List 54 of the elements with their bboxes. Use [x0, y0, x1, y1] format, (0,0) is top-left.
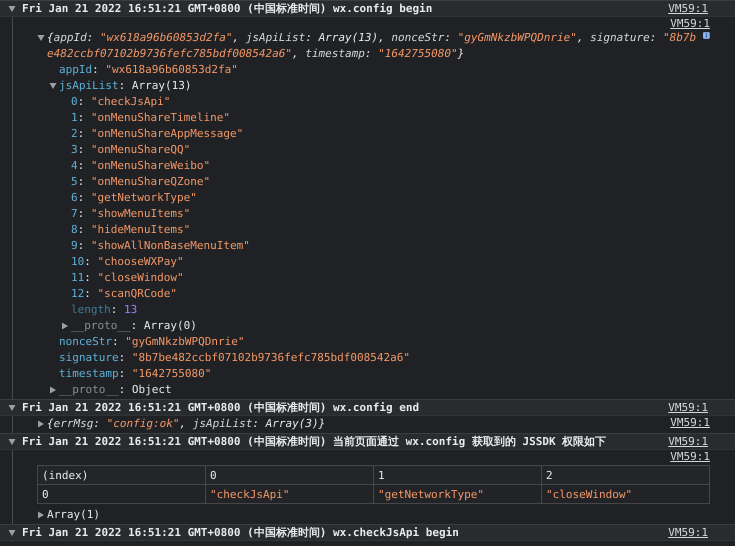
expand-toggle[interactable] — [61, 322, 69, 330]
source-link[interactable]: VM59:1 — [668, 526, 708, 539]
expand-toggle[interactable] — [8, 4, 16, 12]
column-header[interactable]: 1 — [374, 466, 542, 484]
expand-toggle[interactable] — [49, 82, 57, 90]
property-line: 1: "onMenuShareTimeline" — [71, 110, 230, 126]
group-title: Fri Jan 21 2022 16:51:21 GMT+0800 (中国标准时间) wx.config end — [22, 400, 420, 415]
property-line: 11: "closeWindow" — [71, 270, 184, 286]
object-preview[interactable]: {errMsg: "config:ok", jsApiList: Array(3)} — [47, 416, 326, 432]
column-header[interactable]: 2 — [542, 466, 710, 484]
group-title: Fri Jan 21 2022 16:51:21 GMT+0800 (中国标准时间) wx.checkJsApi begin — [22, 525, 459, 540]
property-line: 3: "onMenuShareQQ" — [71, 142, 190, 158]
property-line: jsApiList: Array(13) — [59, 78, 192, 94]
expand-toggle[interactable] — [8, 404, 16, 412]
source-link[interactable]: VM59:1 — [668, 435, 708, 448]
table-cell: "checkJsApi" — [206, 484, 374, 504]
property-line: 2: "onMenuShareAppMessage" — [71, 126, 244, 142]
property-line: appId: "wx618a96b60853d2fa" — [59, 62, 238, 78]
property-line: __proto__: Array(0) — [71, 318, 197, 334]
object-preview[interactable]: {appId: "wx618a96b60853d2fa", jsApiList: Array(13), nonceStr: "gyGmNkzbWPQDnrie", signature: "8b7be482ccbf07102b9736fefc785bdf008542a6", timestamp: "1642755080"} — [47, 30, 700, 62]
property-line: length: 13 — [71, 302, 138, 318]
source-link[interactable]: VM59:1 — [670, 450, 710, 463]
property-line: 9: "showAllNonBaseMenuItem" — [71, 238, 250, 254]
expand-toggle[interactable] — [37, 34, 45, 42]
property-line: 7: "showMenuItems" — [71, 206, 190, 222]
property-line: 12: "scanQRCode" — [71, 286, 177, 302]
info-icon[interactable] — [703, 30, 710, 41]
expand-toggle[interactable] — [8, 528, 16, 536]
property-line: timestamp: "1642755080" — [59, 366, 212, 382]
source-link[interactable]: VM59:1 — [670, 17, 710, 30]
group-title: Fri Jan 21 2022 16:51:21 GMT+0800 (中国标准时间) 当前页面通过 wx.config 获取到的 JSSDK 权限如下 — [22, 434, 606, 449]
property-line: 6: "getNetworkType" — [71, 190, 197, 206]
property-line: 0: "checkJsApi" — [71, 94, 170, 110]
property-line: 5: "onMenuShareQZone" — [71, 174, 210, 190]
property-line: signature: "8b7be482ccbf07102b9736fefc785bdf008542a6" — [59, 350, 410, 366]
expand-toggle[interactable] — [8, 438, 16, 446]
property-line: 10: "chooseWXPay" — [71, 254, 184, 270]
expand-toggle[interactable] — [37, 420, 45, 428]
source-link[interactable]: VM59:1 — [670, 416, 710, 429]
source-link[interactable]: VM59:1 — [668, 401, 708, 414]
expand-toggle[interactable] — [37, 511, 45, 519]
property-line: nonceStr: "gyGmNkzbWPQDnrie" — [59, 334, 244, 350]
property-line: 8: "hideMenuItems" — [71, 222, 190, 238]
property-line: __proto__: Object — [59, 382, 172, 398]
property-line: 4: "onMenuShareWeibo" — [71, 158, 210, 174]
table-cell: "getNetworkType" — [374, 484, 542, 504]
expand-toggle[interactable] — [49, 386, 57, 394]
group-title: Fri Jan 21 2022 16:51:21 GMT+0800 (中国标准时间) wx.config begin — [22, 1, 432, 16]
source-link[interactable]: VM59:1 — [668, 2, 708, 15]
table-cell: 0 — [38, 484, 206, 504]
table-cell: "closeWindow" — [542, 484, 710, 504]
column-header[interactable]: 0 — [206, 466, 374, 484]
column-header[interactable]: (index) — [38, 466, 206, 484]
object-preview[interactable]: Array(1) — [47, 507, 100, 523]
